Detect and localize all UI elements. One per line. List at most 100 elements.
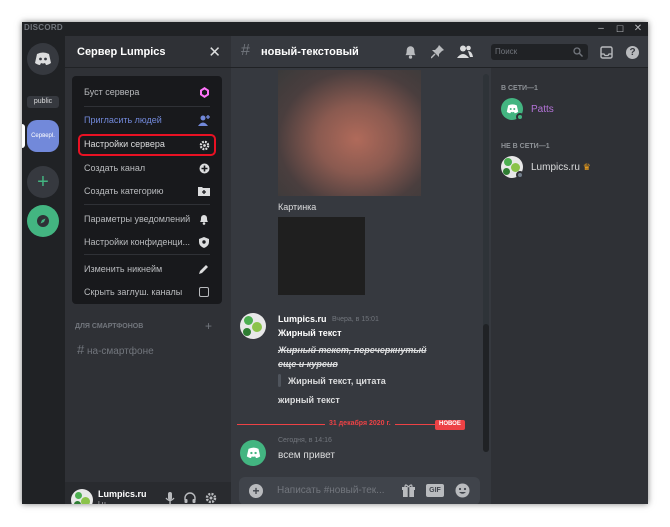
- discord-logo-icon: [246, 447, 260, 458]
- member-name-text: Lumpics.ru: [531, 162, 580, 173]
- add-server-button[interactable]: +: [27, 166, 59, 198]
- server-context-menu: Буст сервера Пригласить людей Настройки …: [72, 76, 222, 304]
- help-icon[interactable]: ?: [626, 46, 639, 59]
- member-name[interactable]: Lumpics.ru ♛: [531, 162, 591, 173]
- avatar[interactable]: [71, 489, 93, 504]
- maximize-button[interactable]: ☐: [611, 22, 629, 36]
- username: Lumpics.ru: [98, 489, 147, 499]
- pencil-icon: [197, 262, 211, 276]
- hash-icon: #: [241, 42, 250, 59]
- menu-label: Настройки конфиденци...: [84, 237, 190, 247]
- new-badge: НОВОЕ: [435, 420, 465, 430]
- search-icon: [573, 47, 583, 57]
- compass-icon: [37, 215, 49, 227]
- message-input[interactable]: Написать #новый-тек...: [277, 485, 385, 496]
- gift-icon[interactable]: [402, 484, 415, 497]
- menu-change-nickname[interactable]: Изменить никнейм: [78, 259, 216, 279]
- offline-status-dot: [516, 171, 524, 179]
- category-smartphones[interactable]: ДЛЯ СМАРТФОНОВ: [75, 323, 143, 330]
- gear-icon: [197, 138, 211, 152]
- settings-gear-icon[interactable]: [205, 492, 217, 504]
- pin-icon[interactable]: [431, 45, 444, 59]
- menu-create-category[interactable]: Создать категорию: [78, 181, 216, 201]
- server-lumpics[interactable]: Серверl.: [27, 120, 59, 152]
- user-panel: Lumpics.ru Lu: [65, 482, 231, 504]
- home-button[interactable]: [27, 43, 59, 75]
- hash-icon: #: [77, 342, 85, 357]
- title-bar: DISCORD – ☐ ✕: [22, 22, 648, 36]
- members-list-icon[interactable]: [457, 45, 473, 58]
- menu-divider: [84, 204, 210, 205]
- menu-label: Создать канал: [84, 163, 146, 173]
- menu-label: Параметры уведомлений: [84, 214, 191, 224]
- online-header: В СЕТИ—1: [501, 85, 538, 92]
- menu-label: Пригласить людей: [84, 115, 162, 125]
- boost-icon: [197, 85, 211, 99]
- server-public[interactable]: public: [27, 96, 59, 108]
- message-composer: + Написать #новый-тек... GIF: [239, 477, 480, 504]
- close-window-button[interactable]: ✕: [629, 22, 647, 36]
- message-timestamp: Вчера, в 15:01: [332, 316, 379, 323]
- image-attachment-2[interactable]: [278, 217, 365, 295]
- message-author[interactable]: Lumpics.ru: [278, 314, 327, 324]
- server-name: Сервер Lumpics: [77, 46, 166, 58]
- image-caption: Картинка: [278, 202, 317, 212]
- server-list: public Серверl. +: [22, 36, 65, 504]
- menu-label: Создать категорию: [84, 186, 164, 196]
- channel-name: на-смартфоне: [87, 346, 154, 357]
- message-line: еще и курсив: [278, 359, 338, 369]
- selected-indicator: [22, 124, 25, 148]
- emoji-icon[interactable]: [455, 483, 470, 498]
- user-tag: Lu: [98, 501, 106, 504]
- menu-privacy-settings[interactable]: Настройки конфиденци...: [78, 232, 216, 252]
- quote-text: Жирный текст, цитата: [288, 376, 386, 386]
- plus-circle-icon: [197, 161, 211, 175]
- gif-button[interactable]: GIF: [426, 484, 444, 497]
- explore-servers-button[interactable]: [27, 205, 59, 237]
- checkbox-icon[interactable]: [197, 285, 211, 299]
- plus-icon: +: [37, 170, 49, 193]
- message-text: всем привет: [278, 450, 335, 461]
- channel-item[interactable]: # на-смартфоне: [77, 342, 154, 357]
- scrollbar-thumb[interactable]: [483, 324, 489, 452]
- menu-invite-people[interactable]: Пригласить людей: [78, 110, 216, 130]
- message-line: Жирный текст: [278, 328, 342, 338]
- chat-area: # новый-текстовый Картинка Lumpics.ru Вч…: [231, 36, 648, 504]
- avatar[interactable]: [240, 440, 266, 466]
- close-icon[interactable]: ✕: [208, 43, 221, 61]
- member-name[interactable]: Patts: [531, 104, 554, 115]
- menu-boost-server[interactable]: Буст сервера: [78, 82, 216, 102]
- online-status-dot: [516, 113, 524, 121]
- bell-icon: [197, 212, 211, 226]
- crown-icon: ♛: [582, 162, 591, 172]
- microphone-icon[interactable]: [165, 492, 175, 504]
- minimize-button[interactable]: –: [592, 22, 610, 36]
- inbox-icon[interactable]: [600, 46, 613, 59]
- add-user-icon: [197, 113, 211, 127]
- channel-title: новый-текстовый: [261, 46, 359, 58]
- menu-notification-settings[interactable]: Параметры уведомлений: [78, 209, 216, 229]
- scrollbar-track[interactable]: [483, 74, 489, 452]
- menu-divider: [84, 106, 210, 107]
- menu-create-channel[interactable]: Создать канал: [78, 158, 216, 178]
- upload-plus-icon[interactable]: +: [249, 484, 263, 498]
- menu-label: Настройки сервера: [84, 139, 165, 149]
- discord-logo-icon: [506, 104, 518, 114]
- menu-server-settings[interactable]: Настройки сервера: [78, 134, 216, 156]
- message-line: жирный текст: [278, 395, 340, 405]
- quote-bar: [278, 374, 281, 387]
- avatar[interactable]: [240, 313, 266, 339]
- divider-date: 31 декабря 2020 г.: [325, 420, 395, 427]
- member-list: В СЕТИ—1 Patts НЕ В СЕТИ—1 Lumpics.ru ♛: [491, 68, 648, 504]
- message-timestamp: Сегодня, в 14:16: [278, 437, 332, 444]
- notification-bell-icon[interactable]: [404, 45, 417, 59]
- menu-label: Скрыть заглуш. каналы: [84, 287, 183, 297]
- menu-hide-muted-channels[interactable]: Скрыть заглуш. каналы: [78, 282, 216, 302]
- search-box[interactable]: Поиск: [491, 44, 588, 60]
- discord-logo-icon: [35, 52, 51, 65]
- search-input[interactable]: Поиск: [495, 47, 517, 56]
- server-header[interactable]: Сервер Lumpics ✕: [65, 36, 231, 68]
- image-attachment-1[interactable]: [278, 70, 421, 196]
- add-channel-icon[interactable]: +: [205, 319, 212, 333]
- headphones-icon[interactable]: [184, 492, 196, 504]
